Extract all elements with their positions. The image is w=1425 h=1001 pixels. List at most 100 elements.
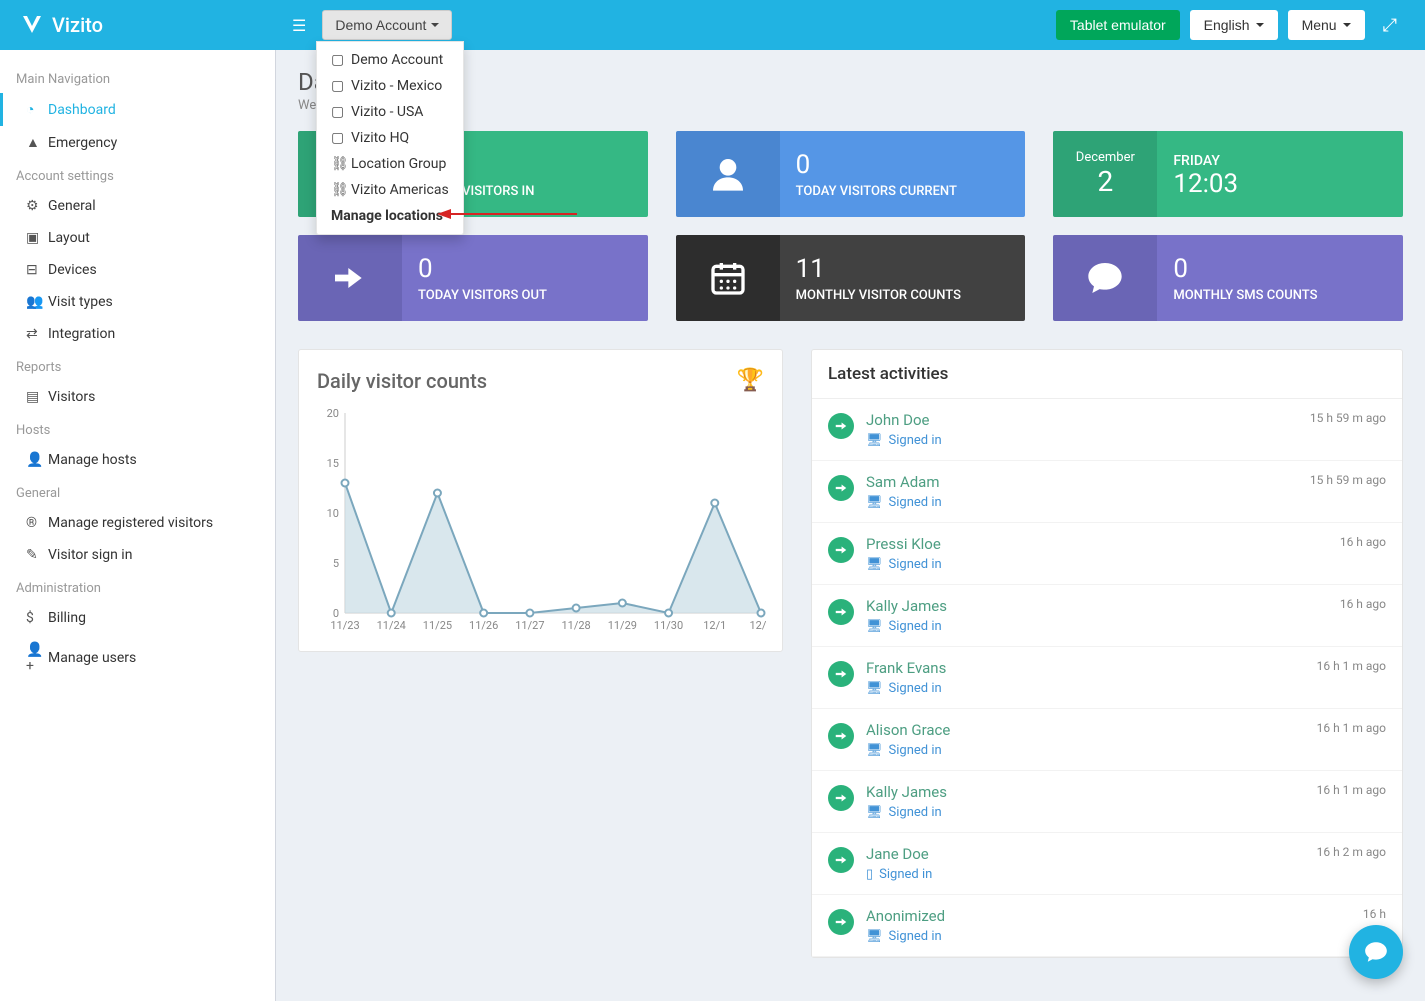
account-dropdown-button[interactable]: Demo Account bbox=[322, 10, 452, 40]
activity-status: 🖥Signed in bbox=[866, 433, 1300, 448]
caret-down-icon bbox=[431, 23, 439, 27]
activity-name[interactable]: Kally James bbox=[866, 597, 1330, 615]
activity-item[interactable]: Kally James 🖥Signed in 16 h 1 m ago bbox=[812, 771, 1402, 833]
dropdown-item[interactable]: ⛓Vizito Americas bbox=[317, 177, 463, 203]
fullscreen-icon[interactable]: ⤢ bbox=[1375, 15, 1405, 36]
month-label: December bbox=[1076, 150, 1135, 165]
activity-item[interactable]: Frank Evans 🖥Signed in 16 h 1 m ago bbox=[812, 647, 1402, 709]
sidebar-item-emergency[interactable]: ▲Emergency bbox=[0, 126, 275, 159]
time-label: 12:03 bbox=[1173, 169, 1387, 199]
device-icon: ▯ bbox=[866, 867, 873, 882]
activity-body: Jane Doe ▯Signed in bbox=[866, 845, 1307, 882]
image-icon: ▣ bbox=[26, 230, 48, 246]
svg-text:11/28: 11/28 bbox=[561, 619, 590, 632]
sign-out-icon bbox=[298, 235, 402, 321]
weekday-label: FRIDAY bbox=[1173, 153, 1387, 169]
svg-text:11/24: 11/24 bbox=[377, 619, 406, 632]
signin-badge-icon bbox=[828, 785, 854, 811]
stat-label: TODAY VISITORS OUT bbox=[418, 288, 632, 303]
sidebar-item-label: Devices bbox=[48, 262, 97, 278]
sidebar-item-integration[interactable]: ⇄Integration bbox=[0, 318, 275, 350]
sidebar-item-manage-hosts[interactable]: 👤Manage hosts bbox=[0, 444, 275, 476]
sidebar-item-label: Billing bbox=[48, 610, 86, 626]
activity-status: 🖥Signed in bbox=[866, 557, 1330, 572]
activity-item[interactable]: Alison Grace 🖥Signed in 16 h 1 m ago bbox=[812, 709, 1402, 771]
activity-time: 16 h 1 m ago bbox=[1307, 659, 1386, 673]
gear-icon: ⚙ bbox=[26, 198, 48, 214]
sidebar-item-visit-types[interactable]: 👥Visit types bbox=[0, 286, 275, 318]
sidebar-item-billing[interactable]: $Billing bbox=[0, 602, 275, 634]
dropdown-item[interactable]: ⛓Location Group bbox=[317, 151, 463, 177]
sidebar-item-manage-users[interactable]: 👤+Manage users bbox=[0, 634, 275, 682]
activity-status: 🖥Signed in bbox=[866, 805, 1307, 820]
sidebar-item-visitor-sign-in[interactable]: ✎Visitor sign in bbox=[0, 539, 275, 571]
brand-logo[interactable]: Vizito bbox=[0, 13, 276, 37]
device-icon: 🖥 bbox=[866, 433, 883, 448]
activity-body: Kally James 🖥Signed in bbox=[866, 597, 1330, 634]
dropdown-item[interactable]: ▢Demo Account bbox=[317, 47, 463, 73]
stat-card: 0 TODAY VISITORS OUT bbox=[298, 235, 648, 321]
activity-name[interactable]: Jane Doe bbox=[866, 845, 1307, 863]
sidebar-item-devices[interactable]: ⊟Devices bbox=[0, 254, 275, 286]
warning-icon: ▲ bbox=[26, 134, 48, 151]
signin-badge-icon bbox=[828, 475, 854, 501]
dropdown-item-label: Location Group bbox=[351, 156, 446, 172]
activity-item[interactable]: Sam Adam 🖥Signed in 15 h 59 m ago bbox=[812, 461, 1402, 523]
device-icon: 🖥 bbox=[866, 557, 883, 572]
trophy-icon[interactable]: 🏆 bbox=[737, 368, 764, 393]
day-label: 2 bbox=[1097, 165, 1113, 198]
building-icon: ▢ bbox=[331, 52, 349, 68]
activity-status: 🖥Signed in bbox=[866, 743, 1307, 758]
account-dropdown-menu: ▢Demo Account▢Vizito - Mexico▢Vizito - U… bbox=[316, 41, 464, 235]
svg-text:11/30: 11/30 bbox=[654, 619, 683, 632]
language-label: English bbox=[1204, 17, 1250, 33]
activity-body: Pressi Kloe 🖥Signed in bbox=[866, 535, 1330, 572]
signin-badge-icon bbox=[828, 537, 854, 563]
menu-button[interactable]: Menu bbox=[1288, 10, 1365, 40]
tablet-emulator-button[interactable]: Tablet emulator bbox=[1056, 10, 1180, 40]
chat-button[interactable] bbox=[1349, 925, 1403, 979]
activity-item[interactable]: Pressi Kloe 🖥Signed in 16 h ago bbox=[812, 523, 1402, 585]
activity-name[interactable]: Sam Adam bbox=[866, 473, 1300, 491]
sidebar-item-general[interactable]: ⚙General bbox=[0, 190, 275, 222]
sidebar-heading: Main Navigation bbox=[0, 62, 275, 93]
user-icon bbox=[676, 131, 780, 217]
activity-body: John Doe 🖥Signed in bbox=[866, 411, 1300, 448]
chart-panel: Daily visitor counts 🏆 0510152011/2311/2… bbox=[298, 349, 783, 652]
sidebar-item-dashboard[interactable]: ◔Dashboard bbox=[0, 93, 275, 126]
logo-icon bbox=[20, 13, 44, 37]
sidebar-item-label: Emergency bbox=[48, 135, 117, 151]
activity-name[interactable]: Alison Grace bbox=[866, 721, 1307, 739]
activity-name[interactable]: Anonimized bbox=[866, 907, 1353, 925]
activity-name[interactable]: Frank Evans bbox=[866, 659, 1307, 677]
stat-value: 0 bbox=[418, 254, 632, 284]
dropdown-item[interactable]: ▢Vizito - Mexico bbox=[317, 73, 463, 99]
activity-item[interactable]: John Doe 🖥Signed in 15 h 59 m ago bbox=[812, 399, 1402, 461]
menu-toggle-icon[interactable]: ☰ bbox=[276, 16, 322, 35]
sidebar-item-layout[interactable]: ▣Layout bbox=[0, 222, 275, 254]
stat-label: MONTHLY SMS COUNTS bbox=[1173, 288, 1387, 303]
stat-card: 0MONTHLY SMS COUNTS bbox=[1053, 235, 1403, 321]
activity-time: 15 h 59 m ago bbox=[1300, 473, 1386, 487]
activity-item[interactable]: Jane Doe ▯Signed in 16 h 2 m ago bbox=[812, 833, 1402, 895]
stat-text: 0MONTHLY SMS COUNTS bbox=[1157, 235, 1403, 321]
sidebar-item-visitors[interactable]: ▤Visitors bbox=[0, 381, 275, 413]
activity-item[interactable]: Anonimized 🖥Signed in 16 h bbox=[812, 895, 1402, 957]
signin-badge-icon bbox=[828, 599, 854, 625]
language-button[interactable]: English bbox=[1190, 10, 1278, 40]
activity-name[interactable]: Pressi Kloe bbox=[866, 535, 1330, 553]
activity-body: Kally James 🖥Signed in bbox=[866, 783, 1307, 820]
signin-badge-icon bbox=[828, 723, 854, 749]
dropdown-item[interactable]: ▢Vizito HQ bbox=[317, 125, 463, 151]
activity-name[interactable]: Kally James bbox=[866, 783, 1307, 801]
dropdown-item-label: Vizito HQ bbox=[351, 130, 409, 146]
device-icon: 🖥 bbox=[866, 681, 883, 696]
stat-label: TODAY VISITORS CURRENT bbox=[796, 184, 1010, 199]
stat-label: MONTHLY VISITOR COUNTS bbox=[796, 288, 1010, 303]
sidebar-item-label: Manage hosts bbox=[48, 452, 137, 468]
sidebar-item-manage-registered-visitors[interactable]: ®Manage registered visitors bbox=[0, 507, 275, 539]
comment-icon bbox=[1053, 235, 1157, 321]
activity-item[interactable]: Kally James 🖥Signed in 16 h ago bbox=[812, 585, 1402, 647]
activity-name[interactable]: John Doe bbox=[866, 411, 1300, 429]
dropdown-item[interactable]: ▢Vizito - USA bbox=[317, 99, 463, 125]
